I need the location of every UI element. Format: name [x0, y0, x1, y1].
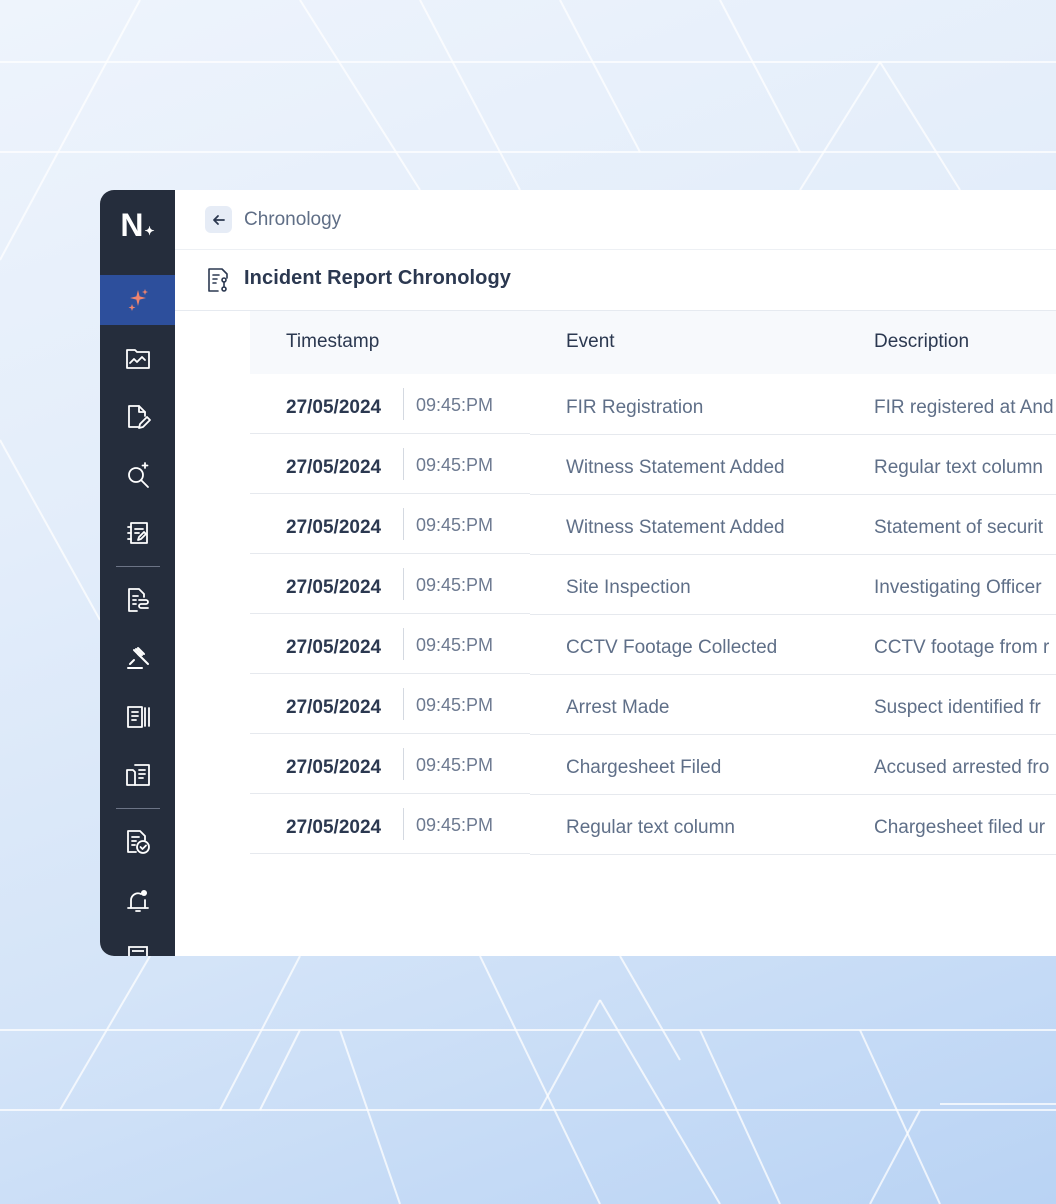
row-description: Investigating Officer: [874, 577, 1042, 598]
sidebar-item-alerts[interactable]: [100, 876, 175, 926]
row-description: Chargesheet filed ur: [874, 817, 1046, 838]
row-date: 27/05/2024: [286, 577, 382, 598]
document-check-icon: [126, 830, 150, 854]
sidebar-item-edit[interactable]: [100, 392, 175, 442]
document-chart-icon: [125, 349, 150, 369]
cell-divider: [403, 508, 404, 540]
table-row[interactable]: 27/05/2024 09:45:PM Witness Statement Ad…: [250, 434, 1056, 495]
back-button[interactable]: [205, 206, 232, 233]
row-date: 27/05/2024: [286, 457, 382, 478]
sidebar-item-files[interactable]: [100, 750, 175, 800]
row-description: Suspect identified fr: [874, 697, 1041, 718]
row-description: FIR registered at And: [874, 397, 1054, 418]
table-row[interactable]: 27/05/2024 09:45:PM Site Inspection Inve…: [250, 554, 1056, 615]
document-flow-icon: [127, 588, 149, 612]
sidebar-item-review[interactable]: [100, 817, 175, 867]
cell-divider: [403, 568, 404, 600]
cell-divider: [403, 628, 404, 660]
gavel-icon: [126, 647, 149, 669]
row-event: CCTV Footage Collected: [566, 637, 778, 658]
top-bar: Chronology: [175, 190, 1056, 250]
arrow-left-icon: [212, 214, 225, 225]
row-date: 27/05/2024: [286, 397, 382, 418]
row-time: 09:45:PM: [416, 395, 494, 415]
sidebar-item-analytics[interactable]: [100, 333, 175, 383]
cell-divider: [403, 448, 404, 480]
sidebar-divider: [116, 566, 160, 567]
document-edit-icon: [127, 405, 151, 429]
notebook-icon: [126, 522, 148, 544]
row-description: Accused arrested fro: [874, 757, 1050, 778]
row-divider: [530, 854, 1056, 855]
row-time: 09:45:PM: [416, 455, 494, 475]
column-header-timestamp[interactable]: Timestamp: [286, 331, 379, 353]
app-window: N ✦ Chronology Incident Report Chronolog…: [100, 190, 1056, 956]
cell-divider: [403, 388, 404, 420]
row-time: 09:45:PM: [416, 575, 494, 595]
sidebar-item-notes[interactable]: [100, 508, 175, 558]
search-sparkle-icon: [127, 462, 149, 488]
sidebar-item-ai[interactable]: [100, 275, 175, 325]
document-flow-icon: [208, 268, 228, 292]
folder-document-icon: [125, 764, 150, 786]
table-row[interactable]: 27/05/2024 09:45:PM FIR Registration FIR…: [250, 374, 1056, 435]
table-row[interactable]: 27/05/2024 09:45:PM Witness Statement Ad…: [250, 494, 1056, 555]
cell-divider: [403, 808, 404, 840]
table-row[interactable]: 27/05/2024 09:45:PM Arrest Made Suspect …: [250, 674, 1056, 735]
document-lines-icon: [126, 706, 150, 728]
sidebar-item-more[interactable]: [100, 932, 175, 956]
logo-text: N: [120, 206, 144, 243]
row-event: Witness Statement Added: [566, 517, 785, 538]
row-description: CCTV footage from r: [874, 637, 1050, 658]
row-time: 09:45:PM: [416, 755, 494, 775]
column-header-event[interactable]: Event: [566, 331, 615, 353]
table-row[interactable]: 27/05/2024 09:45:PM Regular text column …: [250, 794, 1056, 855]
row-divider: [250, 853, 530, 854]
row-event: Chargesheet Filed: [566, 757, 722, 778]
row-date: 27/05/2024: [286, 817, 382, 838]
table-header: Timestamp Event Description: [250, 311, 1056, 374]
cell-divider: [403, 688, 404, 720]
row-date: 27/05/2024: [286, 517, 382, 538]
row-time: 09:45:PM: [416, 695, 494, 715]
column-header-description[interactable]: Description: [874, 331, 969, 353]
row-time: 09:45:PM: [416, 635, 494, 655]
row-description: Regular text column: [874, 457, 1043, 478]
table-row[interactable]: 27/05/2024 09:45:PM Chargesheet Filed Ac…: [250, 734, 1056, 795]
row-date: 27/05/2024: [286, 757, 382, 778]
app-logo[interactable]: N ✦: [100, 190, 175, 260]
row-time: 09:45:PM: [416, 515, 494, 535]
row-event: Witness Statement Added: [566, 457, 785, 478]
row-event: Site Inspection: [566, 577, 691, 598]
sidebar-item-records[interactable]: [100, 692, 175, 742]
row-event: FIR Registration: [566, 397, 704, 418]
sidebar-item-search[interactable]: [100, 450, 175, 500]
sidebar-item-flow[interactable]: [100, 575, 175, 625]
main-content: Chronology Incident Report Chronology Ti…: [175, 190, 1056, 956]
document-icon: [127, 946, 148, 956]
cell-divider: [403, 748, 404, 780]
row-date: 27/05/2024: [286, 697, 382, 718]
row-event: Arrest Made: [566, 697, 670, 718]
row-description: Statement of securit: [874, 517, 1043, 538]
logo-spark-icon: ✦: [144, 224, 155, 238]
page-title: Incident Report Chronology: [244, 267, 512, 289]
sparkles-icon: [128, 289, 148, 311]
bell-badge-icon: [126, 890, 149, 912]
sidebar-divider: [116, 808, 160, 809]
sidebar-item-legal[interactable]: [100, 633, 175, 683]
breadcrumb[interactable]: Chronology: [244, 209, 341, 231]
table-row[interactable]: 27/05/2024 09:45:PM CCTV Footage Collect…: [250, 614, 1056, 675]
row-time: 09:45:PM: [416, 815, 494, 835]
row-event: Regular text column: [566, 817, 735, 838]
row-date: 27/05/2024: [286, 637, 382, 658]
sidebar: N ✦: [100, 190, 175, 956]
